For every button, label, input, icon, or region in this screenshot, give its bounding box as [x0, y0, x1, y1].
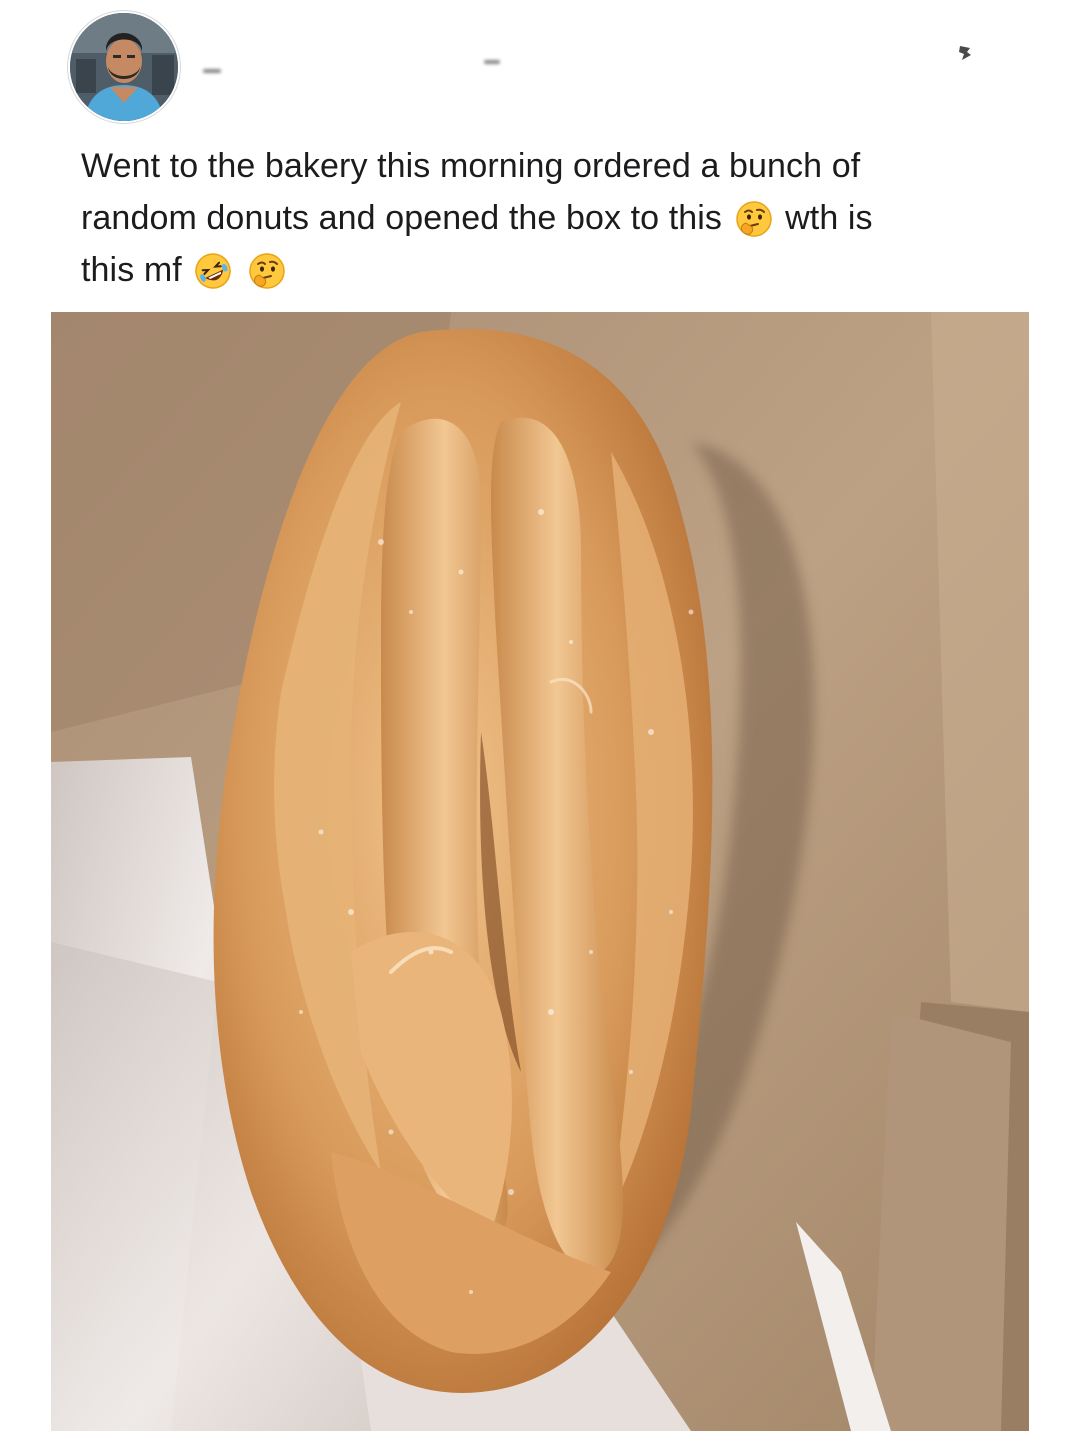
- post-caption: Went to the bakery this morning ordered …: [81, 140, 981, 296]
- caption-line-1: Went to the bakery this morning ordered …: [81, 140, 981, 192]
- avatar-portrait: [70, 13, 178, 121]
- post-photo[interactable]: [51, 312, 1029, 1431]
- caption-text: random donuts and opened the box to this: [81, 199, 723, 237]
- more-options-icon[interactable]: [957, 43, 973, 63]
- caption-text: Went to the bakery this morning ordered …: [81, 147, 861, 185]
- caption-line-2: random donuts and opened the box to this…: [81, 192, 981, 244]
- avatar[interactable]: [70, 13, 178, 121]
- rolling-on-floor-laughing-emoji-icon: [195, 253, 232, 289]
- donut-box-photo: [51, 312, 1029, 1431]
- thinking-face-emoji-icon: [735, 201, 772, 237]
- post-header: [0, 0, 1080, 130]
- caption-text: wth is: [785, 199, 873, 237]
- thinking-face-emoji-icon: [249, 253, 285, 289]
- redacted-name-mark: [203, 69, 221, 73]
- caption-line-3: this mf: [81, 244, 981, 296]
- caption-text: this mf: [81, 251, 182, 289]
- redacted-meta-mark: [484, 60, 500, 64]
